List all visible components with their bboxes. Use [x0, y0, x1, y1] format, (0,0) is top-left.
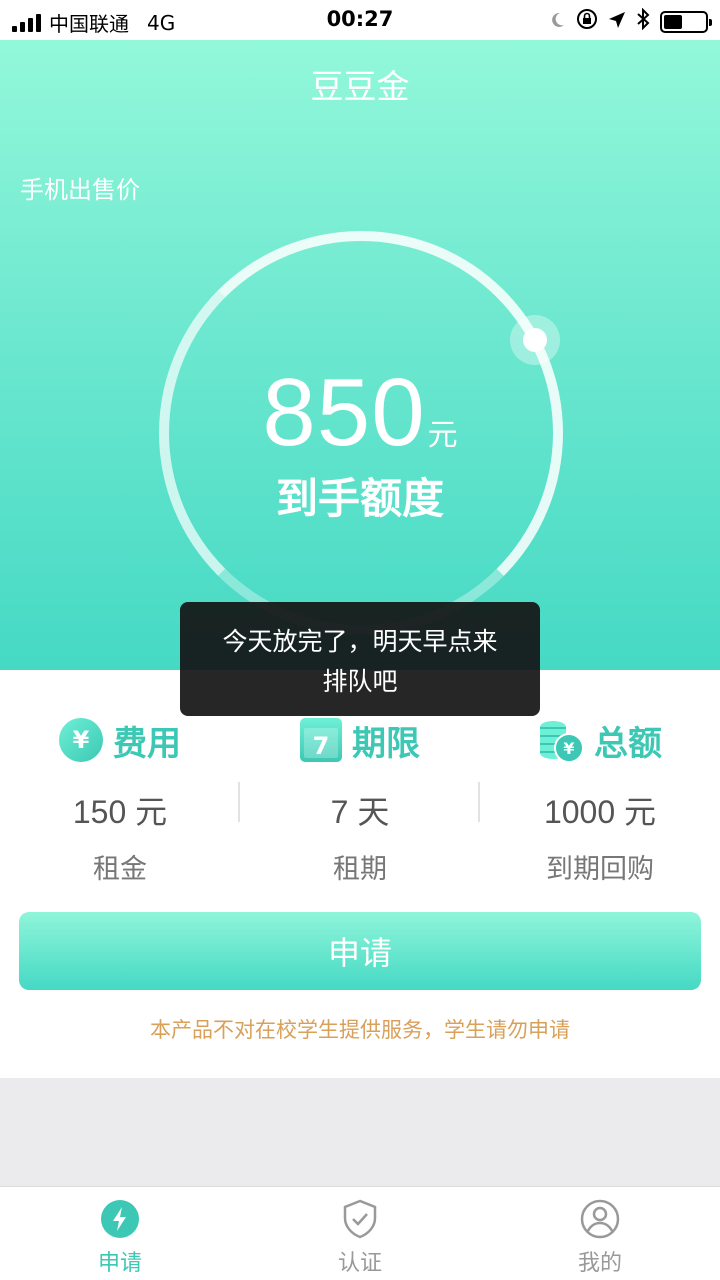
- ring-handle: [523, 328, 547, 352]
- tab-apply[interactable]: 申请: [0, 1199, 240, 1277]
- fee-sub: 租金: [93, 854, 147, 885]
- toast-message: 今天放完了，明天早点来 排队吧: [180, 602, 540, 716]
- tab-verify-label: 认证: [337, 1251, 382, 1276]
- shield-check-icon: [340, 1199, 380, 1239]
- total-column: ¥ 总额 1000 元 到期回购: [480, 715, 720, 886]
- lightning-icon: [100, 1199, 140, 1239]
- fee-value: 150 元: [72, 794, 168, 830]
- yen-icon: ¥: [59, 718, 103, 762]
- term-sub: 租期: [333, 854, 387, 885]
- amount-display: 850元: [0, 358, 720, 468]
- coins-icon: ¥: [538, 717, 584, 763]
- moon-icon: [548, 10, 566, 34]
- calendar-icon: 7: [300, 718, 342, 762]
- fee-column: ¥ 费用 150 元 租金: [0, 715, 240, 886]
- user-icon: [580, 1199, 620, 1239]
- apply-button[interactable]: 申请: [19, 912, 701, 990]
- battery-icon: [660, 10, 712, 33]
- amount-value: 850: [262, 359, 426, 466]
- tab-apply-label: 申请: [97, 1251, 142, 1276]
- page-title: 豆豆金: [310, 67, 410, 106]
- tab-verify[interactable]: 认证: [240, 1199, 480, 1277]
- hero-panel: 豆豆金 手机出售价 850元 到手额度: [0, 40, 720, 670]
- total-sub: 到期回购: [546, 854, 654, 885]
- total-title: 总额: [594, 723, 662, 764]
- tab-mine[interactable]: 我的: [480, 1199, 720, 1277]
- student-notice: 本产品不对在校学生提供服务，学生请勿申请: [150, 1018, 570, 1042]
- hero-subtitle: 手机出售价: [20, 176, 140, 204]
- status-right: [548, 7, 712, 35]
- term-title: 期限: [352, 723, 420, 764]
- bluetooth-icon: [636, 7, 650, 35]
- total-header: ¥ 总额: [480, 715, 720, 765]
- term-column: 7 期限 7 天 租期: [240, 715, 480, 886]
- total-value: 1000 元: [543, 794, 657, 830]
- amount-unit: 元: [427, 418, 458, 453]
- location-icon: [608, 10, 626, 34]
- loan-info: ¥ 费用 150 元 租金 7 期限 7 天 租期 ¥ 总额 1000 元 到期…: [0, 670, 720, 1078]
- status-bar: 中国联通 4G 00:27: [0, 0, 720, 40]
- tab-bar: 申请 认证 我的: [0, 1186, 720, 1280]
- fee-header: ¥ 费用: [0, 715, 240, 765]
- toast-line-1: 今天放完了，明天早点来: [222, 627, 498, 656]
- calendar-day: 7: [312, 732, 330, 760]
- tab-mine-label: 我的: [577, 1251, 622, 1276]
- amount-label: 到手额度: [275, 474, 444, 523]
- rotation-lock-icon: [576, 8, 598, 35]
- term-header: 7 期限: [240, 715, 480, 765]
- toast-line-2: 排队吧: [322, 667, 398, 696]
- term-value: 7 天: [330, 794, 390, 830]
- fee-title: 费用: [113, 723, 181, 764]
